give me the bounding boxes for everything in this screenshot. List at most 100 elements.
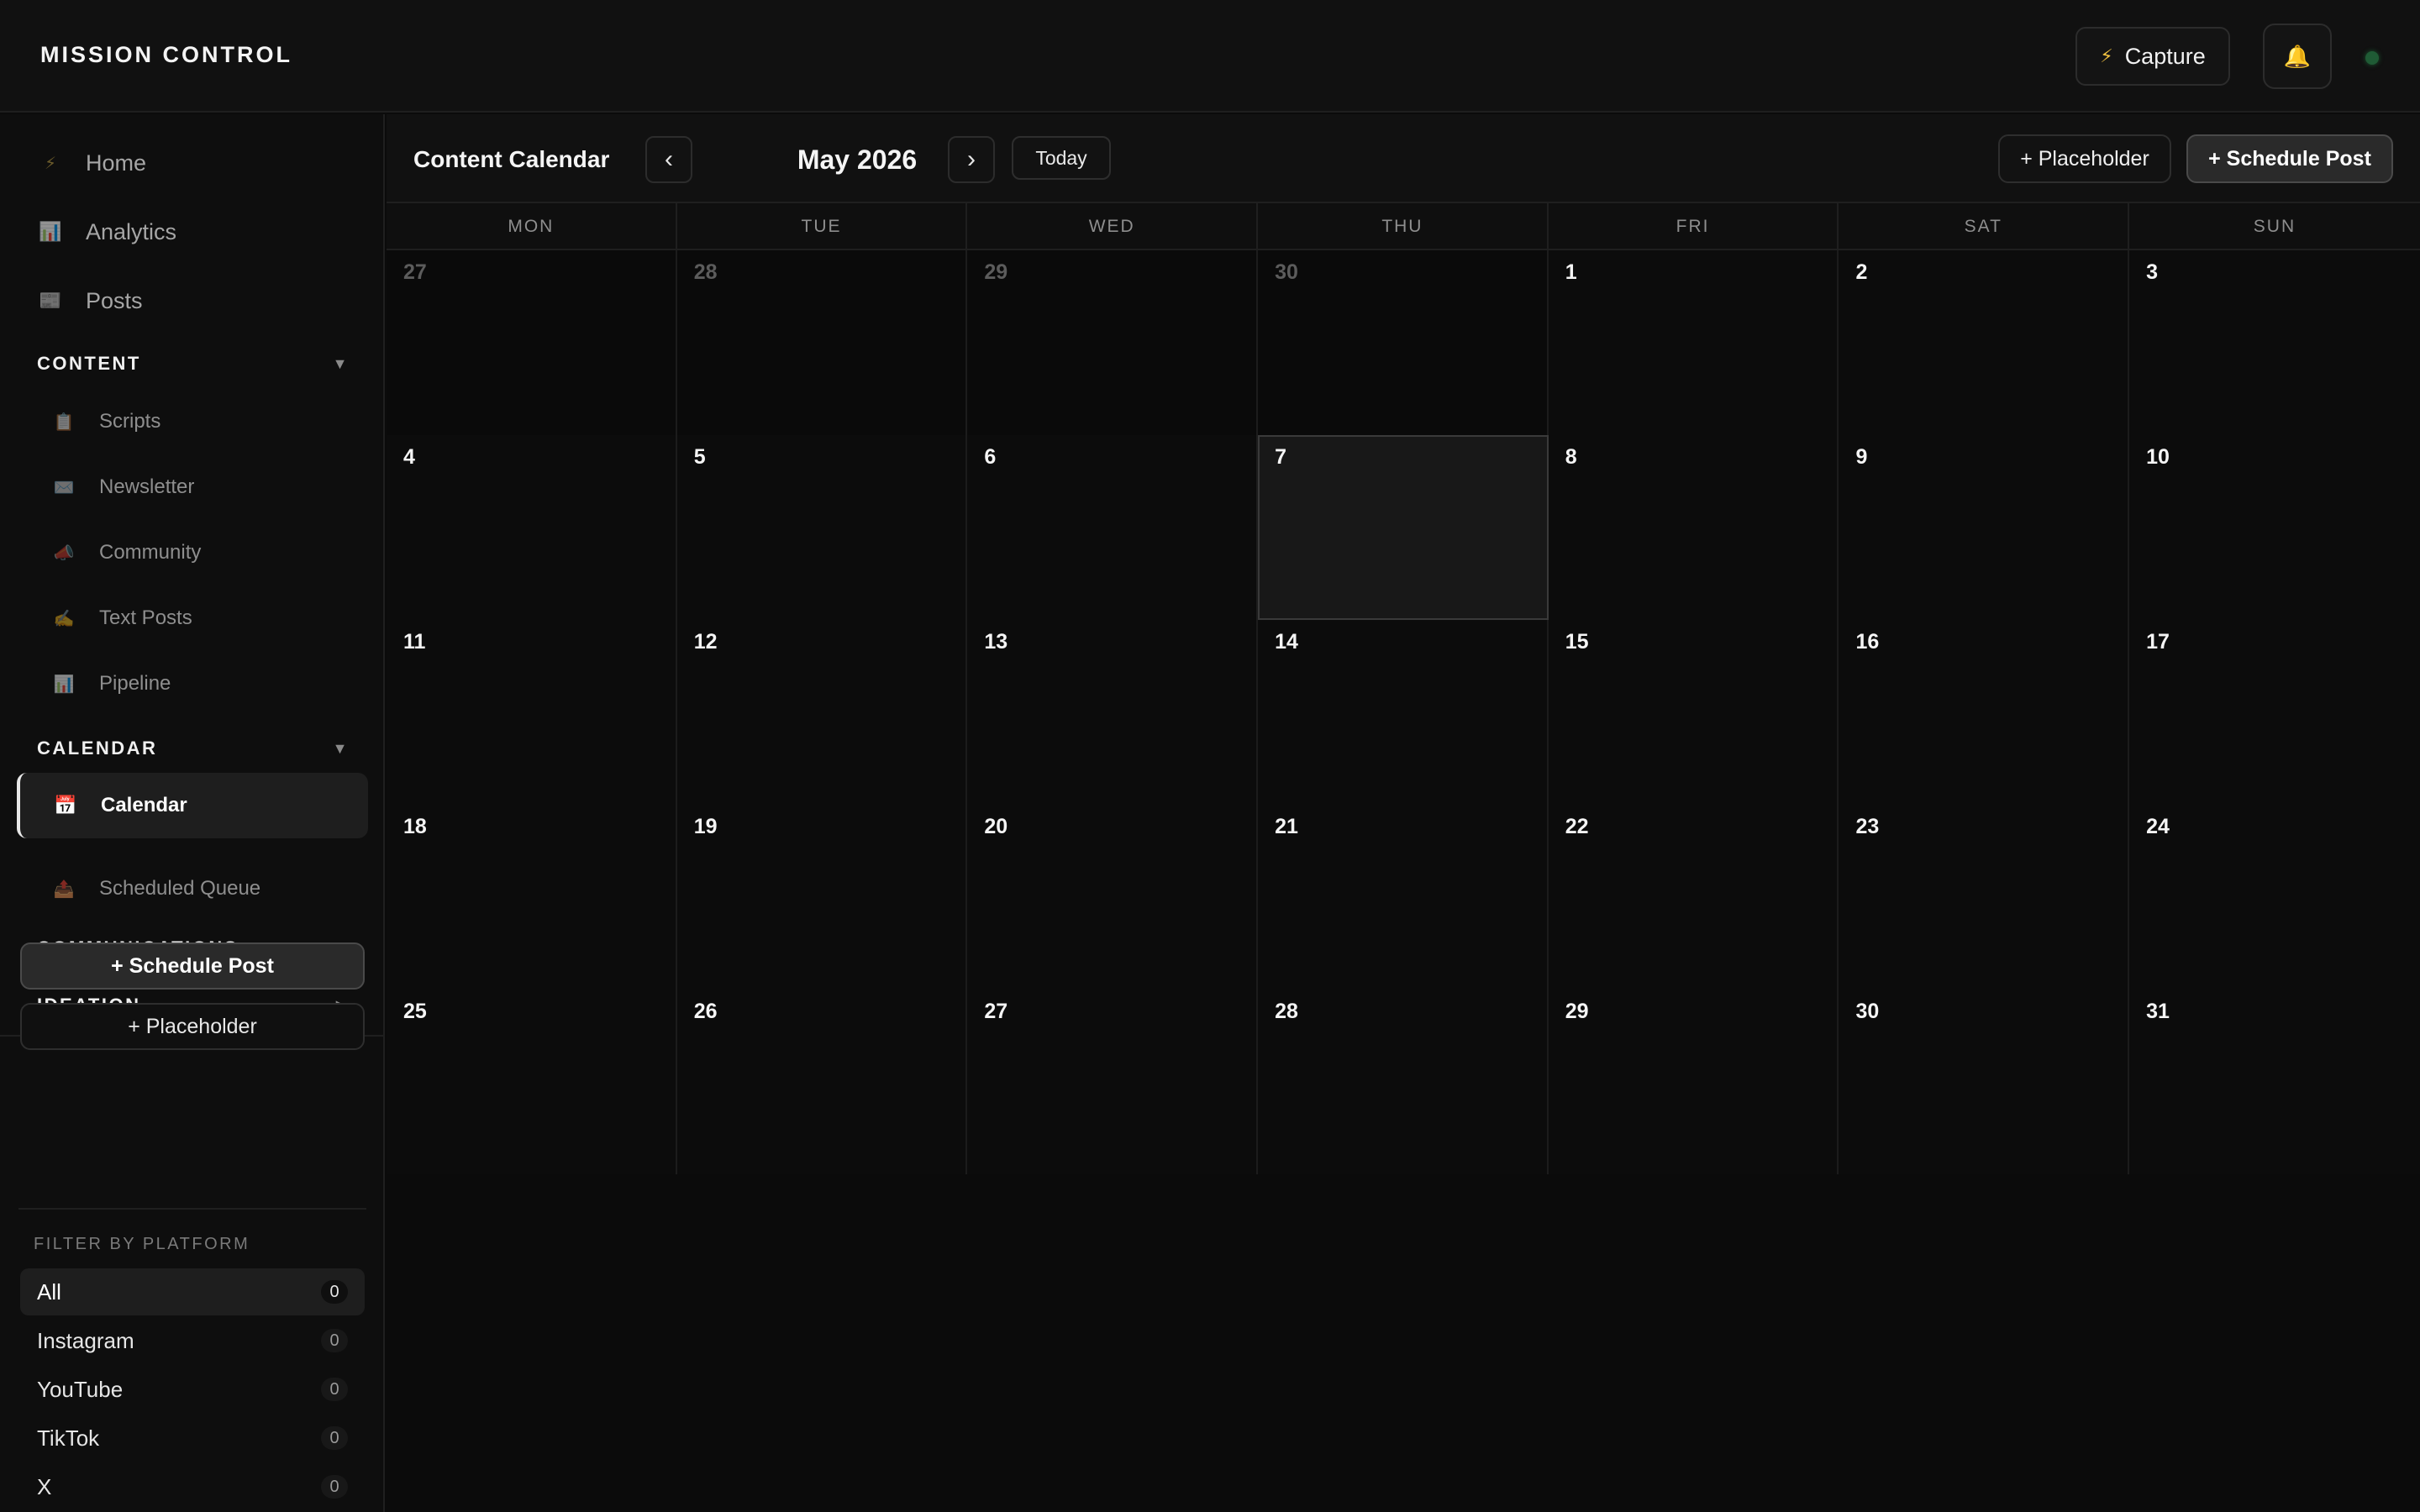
next-month-button[interactable]: › (948, 136, 995, 183)
calendar-week-row: 18 19 20 21 22 23 24 (387, 805, 2420, 990)
caret-down-icon: ▼ (332, 739, 350, 757)
calendar-day-cell[interactable]: 29 (967, 250, 1259, 435)
calendar-day-cell[interactable]: 16 (1839, 620, 2130, 805)
calendar-day-cell[interactable]: 31 (2129, 990, 2420, 1174)
day-number: 20 (984, 815, 1008, 838)
filter-item-all[interactable]: All 0 (20, 1268, 365, 1315)
calendar-day-cell[interactable]: 25 (387, 990, 677, 1174)
placeholder-button[interactable]: + Placeholder (1998, 134, 2171, 183)
bar-chart-icon: 📊 (53, 675, 75, 694)
calendar-day-cell[interactable]: 15 (1548, 620, 1839, 805)
chevron-left-icon: ‹ (665, 145, 673, 173)
calendar-day-cell[interactable]: 5 (676, 435, 968, 620)
sidebar-item-newsletter[interactable]: ✉️ Newsletter (52, 472, 195, 502)
calendar-day-cell[interactable]: 20 (967, 805, 1259, 990)
calendar-day-cell[interactable]: 12 (676, 620, 968, 805)
filter-item-instagram[interactable]: Instagram 0 (20, 1317, 365, 1364)
calendar-day-cell[interactable]: 30 (1839, 990, 2130, 1174)
megaphone-icon: 📣 (53, 543, 75, 563)
day-number: 26 (693, 1000, 718, 1023)
calendar-day-cell[interactable]: 21 (1258, 805, 1549, 990)
section-calendar-toggle[interactable]: CALENDAR ▼ (37, 736, 350, 761)
calendar-toolbar: Content Calendar ‹ May 2026 › Today + Pl… (387, 114, 2420, 203)
lightning-icon: ⚡ (2100, 45, 2113, 66)
filter-count: 0 (321, 1329, 348, 1352)
weekday-label: MON (387, 203, 677, 250)
calendar-week-row: 11 12 13 14 15 16 17 (387, 620, 2420, 805)
sidebar-item-label: Scheduled Queue (99, 877, 261, 900)
sidebar-item-label: Newsletter (99, 475, 195, 498)
sidebar-item-scheduled-queue[interactable]: 📤 Scheduled Queue (52, 874, 261, 904)
section-title: CONTENT (37, 353, 141, 374)
calendar-day-cell[interactable]: 13 (967, 620, 1259, 805)
calendar-day-cell[interactable]: 24 (2129, 805, 2420, 990)
sidebar-placeholder-button[interactable]: + Placeholder (20, 1003, 365, 1050)
calendar-day-cell[interactable]: 17 (2129, 620, 2420, 805)
calendar-day-cell[interactable]: 29 (1548, 990, 1839, 1174)
sidebar-item-scripts[interactable]: 📋 Scripts (52, 407, 161, 437)
day-number: 29 (1565, 1000, 1589, 1023)
calendar-day-cell[interactable]: 27 (387, 250, 677, 435)
calendar-day-cell-today[interactable]: 7 (1258, 435, 1549, 620)
day-number: 3 (2146, 260, 2159, 284)
sidebar: ⚡ Home 📊 Analytics 📰 Posts CONTENT ▼ 📋 S… (0, 114, 385, 1512)
sidebar-item-label: Calendar (101, 794, 187, 816)
calendar-week-row: 27 28 29 30 1 2 3 (387, 250, 2420, 435)
calendar-day-cell[interactable]: 23 (1839, 805, 2130, 990)
day-number: 19 (693, 815, 718, 838)
filter-item-tiktok[interactable]: TikTok 0 (20, 1415, 365, 1462)
calendar-day-cell[interactable]: 14 (1258, 620, 1549, 805)
envelope-icon: ✉️ (53, 478, 75, 497)
calendar-day-cell[interactable]: 8 (1548, 435, 1839, 620)
notifications-button[interactable]: 🔔 (2263, 24, 2332, 89)
schedule-post-button[interactable]: + Schedule Post (2186, 134, 2393, 183)
sidebar-item-calendar[interactable]: 📅 Calendar (17, 773, 368, 838)
calendar-day-cell[interactable]: 19 (676, 805, 968, 990)
sidebar-item-pipeline[interactable]: 📊 Pipeline (52, 669, 171, 699)
calendar-day-cell[interactable]: 4 (387, 435, 677, 620)
day-number: 31 (2146, 1000, 2170, 1023)
filter-label: TikTok (37, 1425, 100, 1451)
section-content-toggle[interactable]: CONTENT ▼ (37, 351, 350, 376)
sidebar-item-posts[interactable]: 📰 Posts (39, 284, 143, 318)
sidebar-item-analytics[interactable]: 📊 Analytics (39, 215, 176, 249)
day-number: 13 (984, 630, 1008, 654)
day-number: 8 (1565, 445, 1577, 469)
writing-hand-icon: ✍️ (53, 609, 75, 628)
filter-label: YouTube (37, 1376, 124, 1402)
calendar-day-cell[interactable]: 27 (967, 990, 1259, 1174)
sidebar-item-community[interactable]: 📣 Community (52, 538, 202, 568)
today-button[interactable]: Today (1012, 136, 1111, 180)
calendar-day-cell[interactable]: 26 (676, 990, 968, 1174)
sidebar-schedule-post-button[interactable]: + Schedule Post (20, 942, 365, 990)
calendar-day-cell[interactable]: 28 (1258, 990, 1549, 1174)
outbox-tray-icon: 📤 (53, 879, 75, 899)
calendar-day-cell[interactable]: 9 (1839, 435, 2130, 620)
bar-chart-icon: 📊 (39, 221, 62, 242)
sidebar-item-label: Posts (86, 287, 143, 313)
calendar-day-cell[interactable]: 28 (676, 250, 968, 435)
sidebar-item-home[interactable]: ⚡ Home (39, 146, 146, 180)
calendar-day-cell[interactable]: 30 (1258, 250, 1549, 435)
calendar-day-cell[interactable]: 11 (387, 620, 677, 805)
day-number: 30 (1275, 260, 1298, 284)
calendar-day-cell[interactable]: 1 (1548, 250, 1839, 435)
calendar-day-cell[interactable]: 22 (1548, 805, 1839, 990)
calendar-icon: 📅 (54, 795, 77, 816)
day-number: 22 (1565, 815, 1589, 838)
calendar-day-cell[interactable]: 18 (387, 805, 677, 990)
calendar-day-cell[interactable]: 6 (967, 435, 1259, 620)
filter-item-youtube[interactable]: YouTube 0 (20, 1366, 365, 1413)
day-number: 17 (2146, 630, 2170, 654)
day-number: 27 (984, 1000, 1008, 1023)
calendar-day-cell[interactable]: 2 (1839, 250, 2130, 435)
filter-item-x[interactable]: X 0 (20, 1463, 365, 1510)
capture-button[interactable]: ⚡ Capture (2075, 27, 2230, 86)
weekday-label: FRI (1549, 203, 1839, 250)
day-number: 5 (693, 445, 706, 469)
calendar-day-cell[interactable]: 10 (2129, 435, 2420, 620)
previous-month-button[interactable]: ‹ (645, 136, 692, 183)
filter-title: FILTER BY PLATFORM (34, 1235, 250, 1253)
calendar-day-cell[interactable]: 3 (2129, 250, 2420, 435)
sidebar-item-text-posts[interactable]: ✍️ Text Posts (52, 603, 192, 633)
